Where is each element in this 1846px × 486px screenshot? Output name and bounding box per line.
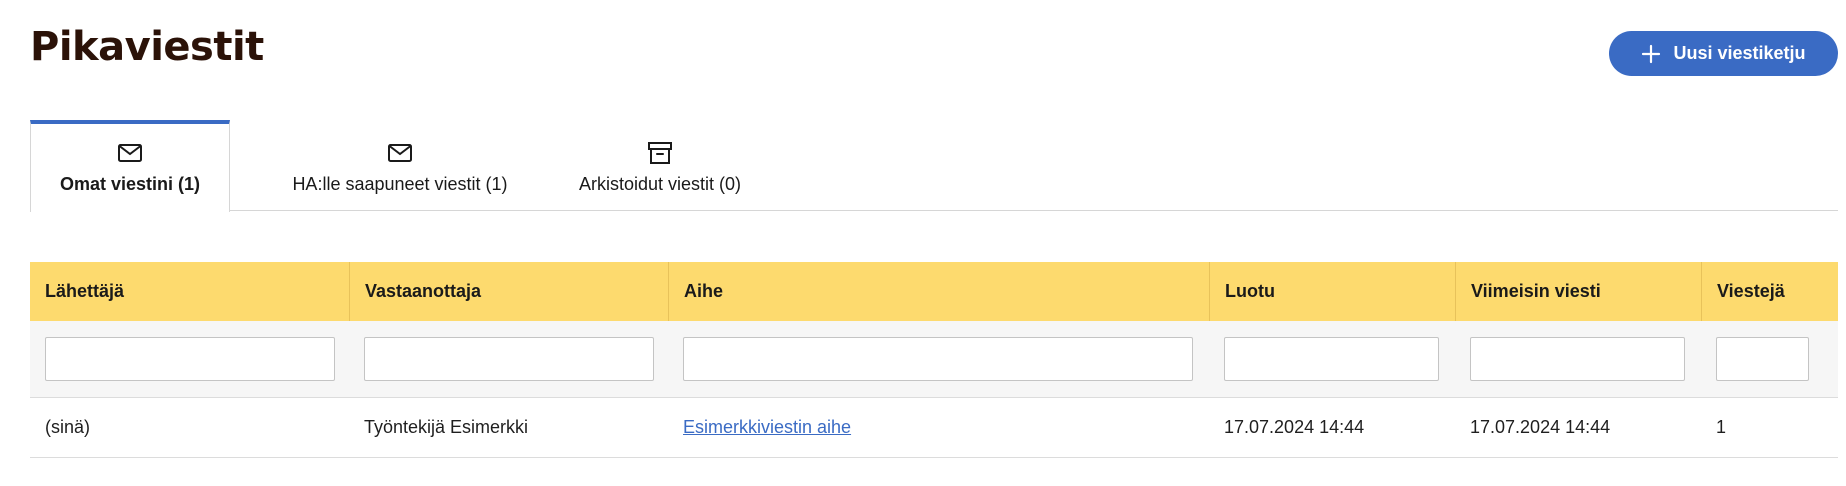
column-header-recipient[interactable]: Vastaanottaja xyxy=(349,262,668,321)
filter-created-input[interactable] xyxy=(1224,337,1439,381)
new-thread-button[interactable]: Uusi viestiketju xyxy=(1609,31,1838,76)
filter-cell-subject xyxy=(668,321,1209,397)
column-header-sender[interactable]: Lähettäjä xyxy=(30,262,349,321)
filter-recipient-input[interactable] xyxy=(364,337,654,381)
new-thread-button-label: Uusi viestiketju xyxy=(1673,43,1806,63)
page-title: Pikaviestit xyxy=(30,24,264,70)
filter-cell-count xyxy=(1701,321,1838,397)
subject-link[interactable]: Esimerkkiviestin aihe xyxy=(683,417,851,438)
tab-received-messages-label: HA:lle saapuneet viestit (1) xyxy=(292,174,508,194)
envelope-icon xyxy=(387,140,413,166)
filter-cell-latest xyxy=(1455,321,1701,397)
filter-row xyxy=(30,321,1838,398)
cell-recipient: Työntekijä Esimerkki xyxy=(364,417,529,437)
tab-archived-messages[interactable]: Arkistoidut viestit (0) xyxy=(550,120,770,211)
filter-cell-sender xyxy=(30,321,349,397)
filter-count-input[interactable] xyxy=(1716,337,1809,381)
page: Pikaviestit Uusi viestiketju Omat viesti… xyxy=(0,0,1846,486)
archive-icon xyxy=(647,140,673,166)
tab-bar: Omat viestini (1) HA:lle saapuneet viest… xyxy=(30,120,1838,212)
plus-icon xyxy=(1641,44,1661,64)
filter-sender-input[interactable] xyxy=(45,337,335,381)
column-header-latest[interactable]: Viimeisin viesti xyxy=(1455,262,1701,321)
cell-latest: 17.07.2024 14:44 xyxy=(1470,417,1611,437)
filter-subject-input[interactable] xyxy=(683,337,1193,381)
envelope-icon xyxy=(117,140,143,166)
tab-own-messages[interactable]: Omat viestini (1) xyxy=(30,120,230,212)
column-header-count[interactable]: Viestejä xyxy=(1701,262,1838,321)
table-row[interactable]: (sinä) Työntekijä Esimerkki Esimerkkivie… xyxy=(30,398,1838,458)
cell-subject: Esimerkkiviestin aihe xyxy=(668,398,1209,457)
column-header-subject[interactable]: Aihe xyxy=(668,262,1209,321)
messages-table: Lähettäjä Vastaanottaja Aihe Luotu Viime… xyxy=(30,262,1838,458)
filter-cell-created xyxy=(1209,321,1455,397)
tab-received-messages[interactable]: HA:lle saapuneet viestit (1) xyxy=(230,120,570,211)
tab-archived-messages-label: Arkistoidut viestit (0) xyxy=(578,174,742,194)
cell-count: 1 xyxy=(1716,417,1727,437)
table-header-row: Lähettäjä Vastaanottaja Aihe Luotu Viime… xyxy=(30,262,1838,321)
cell-sender: (sinä) xyxy=(45,417,91,437)
tab-own-messages-label: Omat viestini (1) xyxy=(59,174,201,194)
column-header-created[interactable]: Luotu xyxy=(1209,262,1455,321)
cell-created: 17.07.2024 14:44 xyxy=(1224,417,1365,437)
filter-cell-recipient xyxy=(349,321,668,397)
filter-latest-input[interactable] xyxy=(1470,337,1685,381)
